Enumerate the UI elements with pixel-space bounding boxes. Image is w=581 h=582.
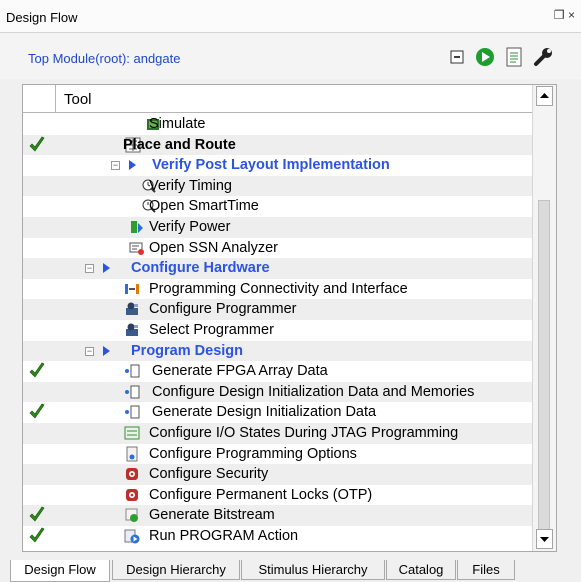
collapse-toggle-icon[interactable]: − xyxy=(111,161,120,171)
tree-item-label: Configure I/O States During JTAG Program… xyxy=(149,424,459,441)
section-arrow-icon xyxy=(103,345,110,356)
tree-item-label: Verify Post Layout Implementation xyxy=(152,157,390,174)
tool-rows: Simulate Place and Route − Verify Post Layo… xyxy=(23,114,533,546)
tree-item-label: Configure Programmer xyxy=(149,301,297,318)
programmer-icon xyxy=(124,322,140,338)
tool-column-header: Tool xyxy=(64,91,92,108)
report-button[interactable] xyxy=(503,46,525,68)
data-icon xyxy=(124,404,140,420)
tree-item-label: Verify Timing xyxy=(149,177,232,194)
section-arrow-icon xyxy=(103,263,110,274)
tree-item-label: Place and Route xyxy=(123,136,236,153)
arrow-down-icon xyxy=(540,537,549,542)
section-arrow-icon xyxy=(129,160,136,171)
tree-item-row[interactable]: Verify Timing xyxy=(23,175,533,197)
tree-item-label: Verify Power xyxy=(149,218,231,235)
options-icon xyxy=(124,446,140,462)
completed-check-icon xyxy=(27,136,47,154)
tree-item-row[interactable]: Open SSN Analyzer xyxy=(23,238,533,259)
data-icon xyxy=(124,384,140,400)
tree-section-row[interactable]: − Configure Hardware xyxy=(23,258,533,279)
tree-section-row[interactable]: − Verify Post Layout Implementation xyxy=(23,155,533,176)
collapse-toggle-icon[interactable]: − xyxy=(85,346,94,356)
flow-header: Top Module(root): andgate xyxy=(0,33,581,79)
tree-item-row[interactable]: Simulate xyxy=(23,114,533,135)
tree-item-row[interactable]: Open SmartTime xyxy=(23,196,533,217)
connectivity-icon xyxy=(124,281,140,297)
status-column-header xyxy=(23,85,56,113)
tree-item-label: Generate FPGA Array Data xyxy=(152,363,328,380)
run-icon xyxy=(476,48,494,66)
tree-item-label: Program Design xyxy=(131,342,243,359)
close-icon[interactable]: × xyxy=(568,8,575,22)
tree-item-label: Run PROGRAM Action xyxy=(149,527,299,544)
security-icon xyxy=(124,487,140,503)
report-icon xyxy=(506,47,522,67)
scroll-up-button[interactable] xyxy=(536,86,553,106)
bottom-tabs: Design Flow Design Hierarchy Stimulus Hi… xyxy=(0,560,581,582)
grid-header: Tool xyxy=(23,85,556,113)
tab-stimulus-hierarchy[interactable]: Stimulus Hierarchy xyxy=(241,560,385,580)
tool-grid: Tool Simulate Place and Route − Verify Post… xyxy=(22,84,557,552)
data-icon xyxy=(124,363,140,379)
programmer-icon xyxy=(124,301,140,317)
run-program-icon xyxy=(124,528,140,544)
tab-design-flow[interactable]: Design Flow xyxy=(10,560,110,582)
window-buttons: ❒ × xyxy=(554,8,575,22)
tree-item-row[interactable]: Configure Design Initialization Data and… xyxy=(23,381,533,403)
tree-item-label: Generate Bitstream xyxy=(149,507,275,524)
collapse-all-button[interactable] xyxy=(446,46,468,68)
tree-item-label: Generate Design Initialization Data xyxy=(152,404,377,421)
top-module-link[interactable]: Top Module(root): andgate xyxy=(28,51,180,66)
tree-item-row[interactable]: Run PROGRAM Action xyxy=(23,526,533,547)
completed-check-icon xyxy=(27,403,47,421)
tree-item-row[interactable]: Programming Connectivity and Interface xyxy=(23,279,533,300)
scroll-thumb[interactable] xyxy=(538,200,550,540)
tab-design-hierarchy[interactable]: Design Hierarchy xyxy=(112,560,240,580)
tree-item-row[interactable]: Generate Bitstream xyxy=(23,505,533,526)
tree-item-row[interactable]: Configure I/O States During JTAG Program… xyxy=(23,422,533,444)
vertical-scrollbar[interactable] xyxy=(532,85,556,551)
tree-item-row[interactable]: Generate FPGA Array Data xyxy=(23,361,533,382)
settings-button[interactable] xyxy=(532,46,554,68)
tree-item-row[interactable]: Configure Security xyxy=(23,464,533,485)
tab-files[interactable]: Files xyxy=(457,560,515,580)
tree-section-row[interactable]: − Program Design xyxy=(23,340,533,362)
collapse-toggle-icon[interactable]: − xyxy=(85,264,94,274)
arrow-up-icon xyxy=(540,93,549,98)
tree-item-label: Open SSN Analyzer xyxy=(149,239,278,256)
io-states-icon xyxy=(124,425,140,441)
tree-item-row[interactable]: Configure Permanent Locks (OTP) xyxy=(23,485,533,506)
tree-item-label: Configure Programming Options xyxy=(149,445,357,462)
collapse-icon xyxy=(450,50,464,64)
tree-item-row[interactable]: Verify Power xyxy=(23,216,533,238)
ssn-analyzer-icon xyxy=(129,240,145,256)
tree-item-label: Programming Connectivity and Interface xyxy=(149,280,408,297)
tab-catalog[interactable]: Catalog xyxy=(386,560,456,580)
tree-item-label: Select Programmer xyxy=(149,321,274,338)
tree-item-row[interactable]: Generate Design Initialization Data xyxy=(23,402,533,423)
scroll-down-button[interactable] xyxy=(536,529,553,549)
tree-item-label: Configure Hardware xyxy=(131,260,270,277)
tree-item-row[interactable]: Configure Programming Options xyxy=(23,444,533,465)
tree-item-label: Configure Permanent Locks (OTP) xyxy=(149,486,373,503)
tree-item-row[interactable]: Configure Programmer xyxy=(23,299,533,320)
panel-title: Design Flow xyxy=(6,10,78,25)
wrench-icon xyxy=(534,48,552,66)
completed-check-icon xyxy=(27,362,47,380)
tree-item-row[interactable]: Select Programmer xyxy=(23,320,533,341)
tree-item-label: Configure Security xyxy=(149,466,269,483)
bitstream-icon xyxy=(124,507,140,523)
verify-power-icon xyxy=(129,219,145,235)
run-flow-button[interactable] xyxy=(474,46,496,68)
pin-icon[interactable]: ❒ xyxy=(554,8,565,22)
panel-titlebar: Design Flow ❒ × xyxy=(0,0,581,33)
tree-item-label: Open SmartTime xyxy=(149,198,259,215)
completed-check-icon xyxy=(27,506,47,524)
tree-item-label: Simulate xyxy=(149,116,206,132)
security-icon xyxy=(124,466,140,482)
tree-item-label: Configure Design Initialization Data and… xyxy=(152,383,475,400)
completed-check-icon xyxy=(27,527,47,545)
tree-item-row[interactable]: Place and Route xyxy=(23,134,533,156)
